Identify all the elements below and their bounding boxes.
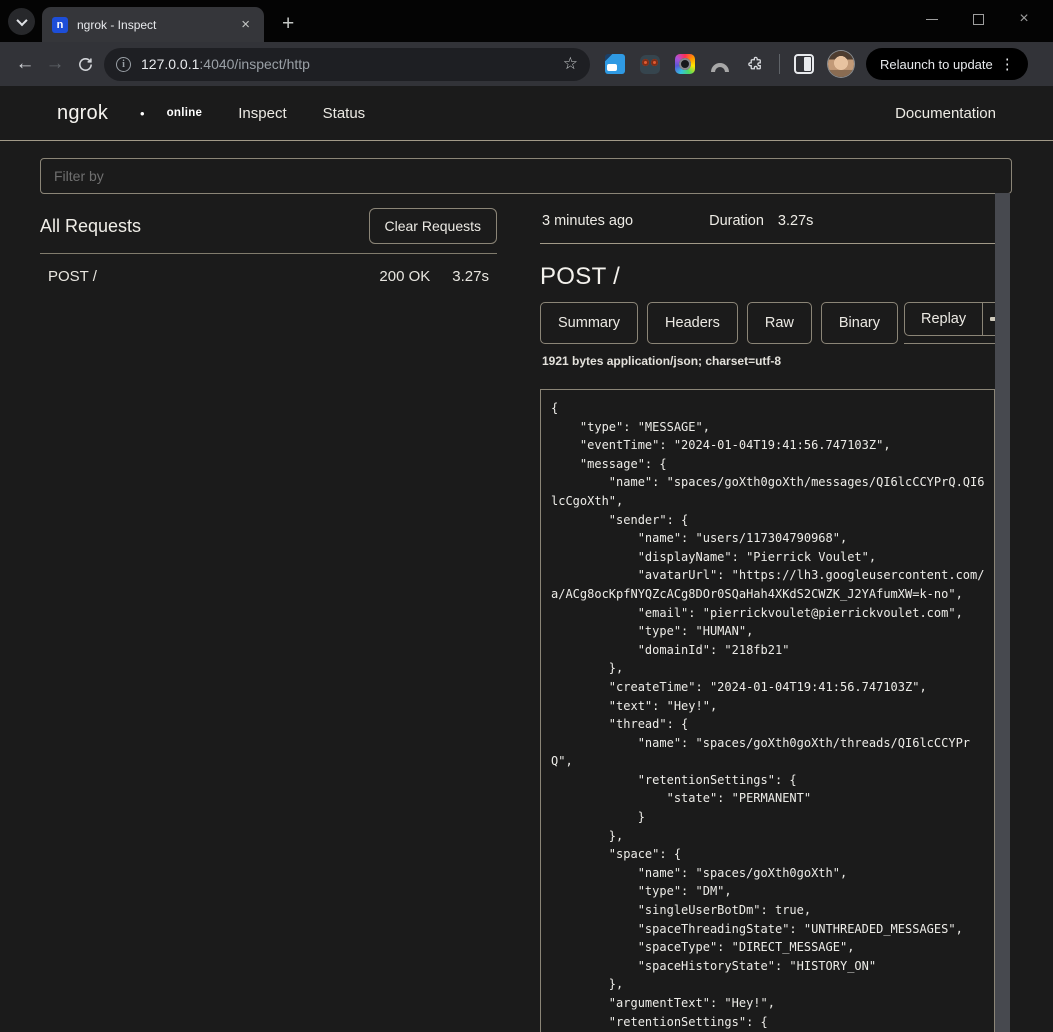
tab-raw[interactable]: Raw — [747, 302, 812, 344]
site-info-icon[interactable]: i — [116, 57, 131, 72]
main-content: All Requests Clear Requests POST / 200 O… — [0, 141, 1053, 1032]
address-bar[interactable]: i 127.0.0.1:4040/inspect/http ☆ — [104, 48, 590, 81]
arc-icon — [711, 63, 729, 72]
blue-window-icon — [605, 54, 625, 74]
url-host: 127.0.0.1 — [141, 56, 199, 72]
replay-group: Replay — [904, 302, 1008, 336]
content-columns: All Requests Clear Requests POST / 200 O… — [40, 200, 1012, 1032]
profile-avatar[interactable] — [828, 51, 854, 77]
requests-panel-header: All Requests Clear Requests — [40, 200, 497, 254]
url-text: 127.0.0.1:4040/inspect/http — [141, 56, 310, 72]
tab-headers[interactable]: Headers — [647, 302, 738, 344]
side-panel-icon — [794, 54, 814, 74]
extension-arc-button[interactable] — [709, 53, 731, 75]
nav-status[interactable]: Status — [323, 105, 366, 122]
request-meta-row: 3 minutes ago Duration 3.27s — [540, 200, 995, 244]
ngrok-inspect-page: ngrok • online Inspect Status Documentat… — [0, 86, 1053, 1032]
extension-window-button[interactable] — [604, 53, 626, 75]
chevron-down-icon — [16, 14, 27, 25]
close-icon: × — [1019, 11, 1028, 27]
response-body-box: { "type": "MESSAGE", "eventTime": "2024-… — [540, 389, 995, 1032]
request-status: 200 OK — [379, 268, 430, 285]
reload-button[interactable] — [70, 49, 100, 79]
requests-panel: All Requests Clear Requests POST / 200 O… — [40, 200, 497, 299]
maximize-icon — [973, 14, 984, 25]
close-button[interactable]: × — [1001, 0, 1047, 38]
back-button[interactable]: ← — [10, 49, 40, 79]
request-row[interactable]: POST / 200 OK 3.27s — [40, 254, 497, 299]
status-dot-icon: • — [140, 106, 145, 121]
tab-search-button[interactable] — [8, 8, 35, 35]
site-header: ngrok • online Inspect Status Documentat… — [0, 86, 1053, 141]
tab-strip: n ngrok - Inspect × + × — [0, 0, 1053, 42]
window-controls: × — [909, 0, 1047, 38]
request-duration: 3.27s — [452, 268, 489, 285]
tunnel-status: online — [167, 107, 203, 119]
browser-window: n ngrok - Inspect × + × ← → i 127.0.0.1:… — [0, 0, 1053, 1032]
ngrok-logo[interactable]: ngrok — [57, 102, 108, 125]
request-time-ago: 3 minutes ago — [542, 213, 633, 229]
reload-icon — [77, 56, 94, 73]
extensions-menu-button[interactable] — [744, 53, 766, 75]
ngrok-favicon-icon: n — [52, 17, 68, 33]
extensions-area — [604, 51, 854, 77]
relaunch-label: Relaunch to update — [880, 57, 993, 72]
request-method-path: POST / — [48, 268, 379, 285]
tab-title: ngrok - Inspect — [77, 18, 237, 32]
extension-goggles-button[interactable] — [639, 53, 661, 75]
duration-label: Duration — [709, 213, 764, 229]
url-path: :4040/inspect/http — [199, 56, 310, 72]
tabs-underline: Replay — [904, 302, 1008, 344]
maximize-button[interactable] — [955, 0, 1001, 38]
nav-inspect[interactable]: Inspect — [238, 105, 286, 122]
duration-value: 3.27s — [778, 213, 813, 229]
content-meta: 1921 bytes application/json; charset=utf… — [540, 354, 995, 368]
clear-requests-button[interactable]: Clear Requests — [369, 208, 498, 244]
filter-input[interactable] — [40, 158, 1012, 194]
side-panel-button[interactable] — [793, 53, 815, 75]
replay-button[interactable]: Replay — [904, 302, 983, 336]
tab-binary[interactable]: Binary — [821, 302, 898, 344]
bookmark-star-icon[interactable]: ☆ — [563, 54, 578, 74]
browser-toolbar: ← → i 127.0.0.1:4040/inspect/http ☆ Rela… — [0, 42, 1053, 86]
new-tab-button[interactable]: + — [276, 13, 300, 34]
forward-button[interactable]: → — [40, 49, 70, 79]
documentation-link[interactable]: Documentation — [895, 105, 996, 122]
tab-summary[interactable]: Summary — [540, 302, 638, 344]
extension-lens-button[interactable] — [674, 53, 696, 75]
toolbar-divider — [779, 54, 780, 74]
goggles-icon — [640, 55, 660, 74]
request-body-json: { "type": "MESSAGE", "eventTime": "2024-… — [551, 399, 984, 1031]
scrollbar-thumb[interactable] — [995, 193, 1010, 1032]
puzzle-piece-icon — [746, 55, 765, 74]
detail-tabs: Summary Headers Raw Binary Replay — [540, 302, 995, 344]
relaunch-update-button[interactable]: Relaunch to update ⋮ — [866, 48, 1028, 80]
requests-title: All Requests — [40, 216, 141, 237]
request-detail-panel: 3 minutes ago Duration 3.27s POST / Summ… — [540, 200, 995, 1032]
browser-menu-icon[interactable]: ⋮ — [993, 55, 1022, 73]
minimize-button[interactable] — [909, 0, 955, 38]
minimize-icon — [926, 19, 938, 20]
request-title: POST / — [540, 263, 995, 291]
browser-tab[interactable]: n ngrok - Inspect × — [42, 7, 264, 42]
tab-close-icon[interactable]: × — [237, 15, 254, 34]
camera-lens-icon — [675, 54, 695, 74]
